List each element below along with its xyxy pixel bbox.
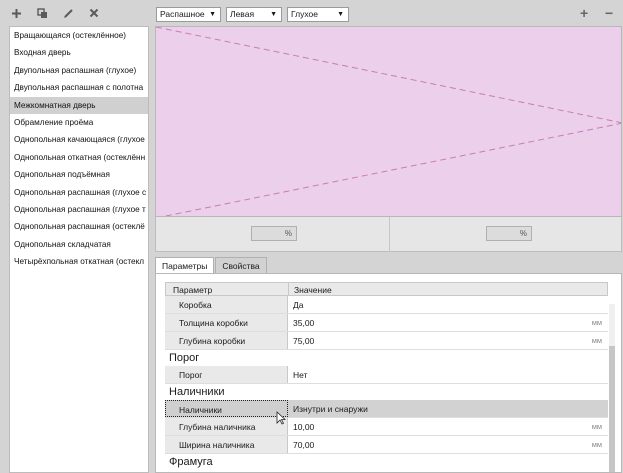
- param-value-text: Да: [293, 300, 304, 310]
- leaf-fill-dropdown[interactable]: Глухое ▼: [287, 7, 349, 22]
- add-icon[interactable]: +: [580, 5, 588, 21]
- table-row[interactable]: Глубина наличника 10,00 мм: [165, 418, 608, 436]
- list-item[interactable]: Однопольная распашная (глухое с: [10, 184, 148, 201]
- left-percent-field[interactable]: %: [251, 226, 297, 241]
- param-name: Ширина наличника: [165, 436, 288, 453]
- param-name: Коробка: [165, 296, 288, 313]
- list-item[interactable]: Межкомнатная дверь: [10, 96, 148, 114]
- chevron-down-icon: ▼: [337, 11, 344, 18]
- param-name: Порог: [165, 366, 288, 383]
- tab-properties[interactable]: Свойства: [215, 257, 267, 273]
- pencil-icon[interactable]: [62, 7, 74, 19]
- list-item[interactable]: Обрамление проёма: [10, 114, 148, 131]
- leaf-fill-value: Глухое: [291, 9, 318, 19]
- list-item[interactable]: Однопольная откатная (остеклённ: [10, 149, 148, 166]
- door-preview: [155, 26, 622, 217]
- parameters-panel: Параметр Значение Коробка Да Толщина короб…: [155, 273, 622, 473]
- left-toolbar: [0, 0, 152, 26]
- param-value-text: Изнутри и снаружи: [293, 404, 368, 414]
- param-value[interactable]: 35,00 мм: [288, 314, 608, 331]
- section-header: Порог: [165, 350, 608, 366]
- list-item[interactable]: Двупольная распашная с полотна: [10, 79, 148, 96]
- vertical-scrollbar[interactable]: [609, 304, 615, 472]
- list-item[interactable]: Однопольная распашная (остеклё: [10, 218, 148, 235]
- table-row[interactable]: Глубина коробки 75,00 мм: [165, 332, 608, 350]
- list-item[interactable]: Вращающаяся (остеклённое): [10, 27, 148, 44]
- hinge-side-dropdown[interactable]: Левая ▼: [226, 7, 282, 22]
- param-name: Глубина коробки: [165, 332, 288, 349]
- table-row[interactable]: Толщина коробки 35,00 мм: [165, 314, 608, 332]
- tab-bar: Параметры Свойства: [155, 257, 268, 273]
- list-item[interactable]: Однопольная качающаяся (глухое: [10, 131, 148, 148]
- param-name: Толщина коробки: [165, 314, 288, 331]
- header-parameter: Параметр: [166, 283, 289, 295]
- list-item[interactable]: Однопольная распашная (глухое т: [10, 201, 148, 218]
- param-name: Наличники: [165, 400, 288, 417]
- list-item[interactable]: Двупольная распашная (глухое): [10, 62, 148, 79]
- table-row[interactable]: Ширина наличника 70,00 мм: [165, 436, 608, 454]
- param-value-text: 75,00: [293, 336, 315, 346]
- unit-label: мм: [591, 336, 602, 345]
- remove-icon[interactable]: −: [605, 5, 613, 21]
- divider: [389, 217, 390, 252]
- grid-header: Параметр Значение: [165, 282, 608, 296]
- param-value-text: 10,00: [293, 422, 315, 432]
- mouse-cursor-icon: [276, 411, 286, 425]
- header-value: Значение: [294, 285, 332, 295]
- parameters-grid: Параметр Значение Коробка Да Толщина короб…: [165, 282, 608, 470]
- list-item[interactable]: Однопольная складчатая: [10, 236, 148, 253]
- unit-label: мм: [591, 318, 602, 327]
- list-item[interactable]: Однопольная подъёмная: [10, 166, 148, 183]
- table-row[interactable]: Коробка Да: [165, 296, 608, 314]
- hinge-side-value: Левая: [230, 9, 255, 19]
- param-name: Глубина наличника: [165, 418, 288, 435]
- tab-parameters[interactable]: Параметры: [155, 257, 215, 273]
- table-row[interactable]: Наличники Изнутри и снаружи: [165, 400, 608, 418]
- swing-line-bottom: [163, 122, 621, 216]
- unit-label: мм: [591, 422, 602, 431]
- param-value[interactable]: 70,00 мм: [288, 436, 608, 453]
- scroll-thumb[interactable]: [609, 346, 615, 472]
- close-icon[interactable]: [88, 7, 100, 19]
- unit-label: мм: [591, 440, 602, 449]
- section-header: Наличники: [165, 384, 608, 400]
- param-value[interactable]: 75,00 мм: [288, 332, 608, 349]
- plus-icon[interactable]: [10, 7, 22, 19]
- list-item[interactable]: Входная дверь: [10, 44, 148, 61]
- param-value-text: Нет: [293, 370, 308, 380]
- param-value-text: 35,00: [293, 318, 315, 328]
- opening-type-dropdown[interactable]: Распашное ▼: [156, 7, 221, 22]
- opening-diagram: [156, 27, 621, 216]
- door-type-list: Вращающаяся (остеклённое) Входная дверь Дв…: [9, 26, 149, 473]
- opening-type-value: Распашное: [160, 9, 205, 19]
- swing-line-top: [156, 27, 621, 124]
- copy-icon[interactable]: [36, 7, 48, 19]
- param-value[interactable]: 10,00 мм: [288, 418, 608, 435]
- grid-body: Коробка Да Толщина коробки 35,00 мм Глубина к…: [165, 296, 608, 470]
- right-percent-field[interactable]: %: [486, 226, 532, 241]
- chevron-down-icon: ▼: [209, 11, 216, 18]
- percent-row: % %: [155, 217, 622, 252]
- param-value-text: 70,00: [293, 440, 315, 450]
- param-value[interactable]: Изнутри и снаружи: [288, 400, 608, 417]
- param-value[interactable]: Нет: [288, 366, 608, 383]
- table-row[interactable]: Порог Нет: [165, 366, 608, 384]
- section-header: Фрамуга: [165, 454, 608, 470]
- list-item[interactable]: Четырёхпольная откатная (остекл: [10, 253, 148, 270]
- param-value[interactable]: Да: [288, 296, 608, 313]
- chevron-down-icon: ▼: [270, 11, 277, 18]
- top-toolbar: Распашное ▼ Левая ▼ Глухое ▼ + −: [152, 0, 623, 26]
